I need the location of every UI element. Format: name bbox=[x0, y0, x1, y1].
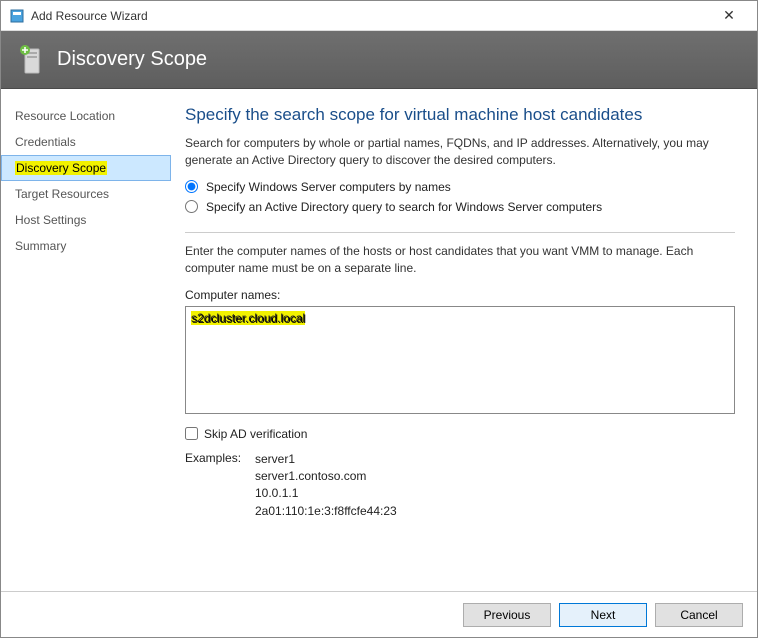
examples-label: Examples: bbox=[185, 451, 255, 521]
wizard-header: Discovery Scope bbox=[1, 31, 757, 89]
sidebar-item-summary[interactable]: Summary bbox=[1, 233, 171, 259]
skip-ad-label: Skip AD verification bbox=[204, 427, 307, 441]
main-panel: Specify the search scope for virtual mac… bbox=[171, 89, 757, 591]
sidebar-item-discovery-scope[interactable]: Discovery Scope bbox=[1, 155, 171, 181]
computers-input[interactable] bbox=[185, 306, 735, 414]
instruction-text: Enter the computer names of the hosts or… bbox=[185, 243, 735, 278]
radio-by-names[interactable] bbox=[185, 180, 198, 193]
radio-ad-query-label: Specify an Active Directory query to sea… bbox=[206, 200, 602, 214]
previous-button[interactable]: Previous bbox=[463, 603, 551, 627]
example-line: 2a01:110:1e:3:f8ffcfe44:23 bbox=[255, 503, 397, 520]
example-line: server1 bbox=[255, 451, 397, 468]
skip-ad-checkbox[interactable] bbox=[185, 427, 198, 440]
sidebar: Resource Location Credentials Discovery … bbox=[1, 89, 171, 591]
sidebar-item-host-settings[interactable]: Host Settings bbox=[1, 207, 171, 233]
cancel-button[interactable]: Cancel bbox=[655, 603, 743, 627]
radio-row-by-names[interactable]: Specify Windows Server computers by name… bbox=[185, 180, 735, 194]
wizard-body: Resource Location Credentials Discovery … bbox=[1, 89, 757, 591]
computers-label: Computer names: bbox=[185, 288, 735, 302]
titlebar: Add Resource Wizard ✕ bbox=[1, 1, 757, 31]
wizard-window: Add Resource Wizard ✕ Discovery Scope Re… bbox=[0, 0, 758, 638]
window-title: Add Resource Wizard bbox=[31, 9, 709, 23]
examples-lines: server1 server1.contoso.com 10.0.1.1 2a0… bbox=[255, 451, 397, 521]
next-button[interactable]: Next bbox=[559, 603, 647, 627]
search-method-group: Specify Windows Server computers by name… bbox=[185, 180, 735, 233]
sidebar-item-resource-location[interactable]: Resource Location bbox=[1, 103, 171, 129]
example-line: server1.contoso.com bbox=[255, 468, 397, 485]
intro-text: Search for computers by whole or partial… bbox=[185, 135, 735, 170]
sidebar-item-credentials[interactable]: Credentials bbox=[1, 129, 171, 155]
server-add-icon bbox=[19, 45, 45, 75]
radio-row-ad-query[interactable]: Specify an Active Directory query to sea… bbox=[185, 200, 735, 214]
skip-ad-row[interactable]: Skip AD verification bbox=[185, 427, 735, 441]
sidebar-item-target-resources[interactable]: Target Resources bbox=[1, 181, 171, 207]
app-icon bbox=[9, 8, 25, 24]
computers-wrap: s2dcluster.cloud.local bbox=[185, 306, 735, 417]
page-heading: Specify the search scope for virtual mac… bbox=[185, 105, 735, 125]
wizard-step-title: Discovery Scope bbox=[57, 48, 207, 71]
example-line: 10.0.1.1 bbox=[255, 485, 397, 502]
close-button[interactable]: ✕ bbox=[709, 7, 749, 24]
radio-by-names-label: Specify Windows Server computers by name… bbox=[206, 180, 451, 194]
examples-block: Examples: server1 server1.contoso.com 10… bbox=[185, 451, 735, 521]
wizard-footer: Previous Next Cancel bbox=[1, 591, 757, 637]
radio-ad-query[interactable] bbox=[185, 200, 198, 213]
